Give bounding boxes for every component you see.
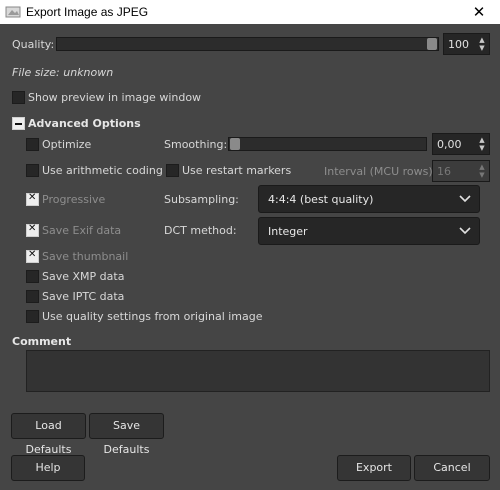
title-bar: Export Image as JPEG ✕ [0, 0, 500, 24]
smoothing-spinner[interactable]: 0,00 ▲ ▼ [432, 133, 490, 155]
optimize-label[interactable]: Optimize [42, 138, 91, 151]
subsampling-value[interactable]: 4:4:4 (best quality) [268, 193, 373, 206]
chevron-down-icon[interactable] [459, 224, 471, 236]
show-preview-checkbox[interactable] [12, 91, 25, 104]
spinner-arrows-icon[interactable]: ▲ ▼ [478, 163, 486, 179]
save-exif-label[interactable]: Save Exif data [42, 224, 121, 237]
save-thumbnail-label[interactable]: Save thumbnail [42, 250, 128, 263]
smoothing-label: Smoothing: [164, 138, 228, 151]
collapse-icon[interactable] [12, 117, 25, 130]
close-icon[interactable]: ✕ [458, 0, 500, 24]
smoothing-slider[interactable] [228, 137, 427, 151]
interval-spinner[interactable]: 16 ▲ ▼ [432, 160, 490, 182]
quality-value[interactable]: 100 [448, 38, 469, 51]
quality-spinner[interactable]: 100 ▲ ▼ [443, 33, 490, 55]
save-iptc-label[interactable]: Save IPTC data [42, 290, 124, 303]
restart-markers-checkbox[interactable] [166, 164, 179, 177]
quality-label: Quality: [12, 38, 55, 51]
restart-markers-label[interactable]: Use restart markers [182, 164, 291, 177]
arithmetic-coding-label[interactable]: Use arithmetic coding [42, 164, 163, 177]
load-defaults-button[interactable]: Load Defaults [11, 413, 86, 456]
subsampling-dropdown[interactable]: 4:4:4 (best quality) [258, 185, 480, 213]
advanced-options-label[interactable]: Advanced Options [28, 117, 141, 130]
comment-label: Comment [12, 335, 72, 348]
save-iptc-checkbox[interactable] [26, 290, 39, 303]
save-defaults-button[interactable]: Save Defaults [89, 413, 164, 456]
spinner-arrows-icon[interactable]: ▲ ▼ [478, 136, 486, 152]
use-quality-settings-label[interactable]: Use quality settings from original image [42, 310, 263, 323]
use-quality-settings-checkbox[interactable] [26, 310, 39, 323]
quality-slider-handle[interactable] [427, 38, 437, 50]
save-xmp-checkbox[interactable] [26, 270, 39, 283]
quality-slider[interactable] [56, 37, 439, 51]
progressive-label[interactable]: Progressive [42, 193, 105, 206]
optimize-checkbox[interactable] [26, 138, 39, 151]
dct-method-label: DCT method: [164, 224, 237, 237]
file-size-text: File size: unknown [12, 66, 114, 79]
chevron-down-icon[interactable] [459, 192, 471, 204]
cancel-button[interactable]: Cancel [414, 455, 490, 481]
interval-value[interactable]: 16 [437, 165, 451, 178]
save-xmp-label[interactable]: Save XMP data [42, 270, 124, 283]
smoothing-value[interactable]: 0,00 [437, 138, 462, 151]
gimp-icon [5, 6, 21, 18]
dct-method-dropdown[interactable]: Integer [258, 217, 480, 245]
dct-method-value[interactable]: Integer [268, 225, 308, 238]
spinner-arrows-icon[interactable]: ▲ ▼ [478, 36, 486, 52]
help-button[interactable]: Help [11, 455, 85, 481]
interval-label: Interval (MCU rows): [324, 165, 437, 178]
subsampling-label: Subsampling: [164, 193, 239, 206]
save-thumbnail-checkbox[interactable] [26, 249, 39, 263]
smoothing-slider-handle[interactable] [230, 138, 240, 150]
arithmetic-coding-checkbox[interactable] [26, 164, 39, 177]
progressive-checkbox[interactable] [26, 192, 39, 206]
save-exif-checkbox[interactable] [26, 223, 39, 237]
export-button[interactable]: Export [337, 455, 411, 481]
window-title: Export Image as JPEG [26, 5, 149, 19]
show-preview-label[interactable]: Show preview in image window [28, 91, 201, 104]
comment-textarea[interactable] [26, 350, 490, 392]
